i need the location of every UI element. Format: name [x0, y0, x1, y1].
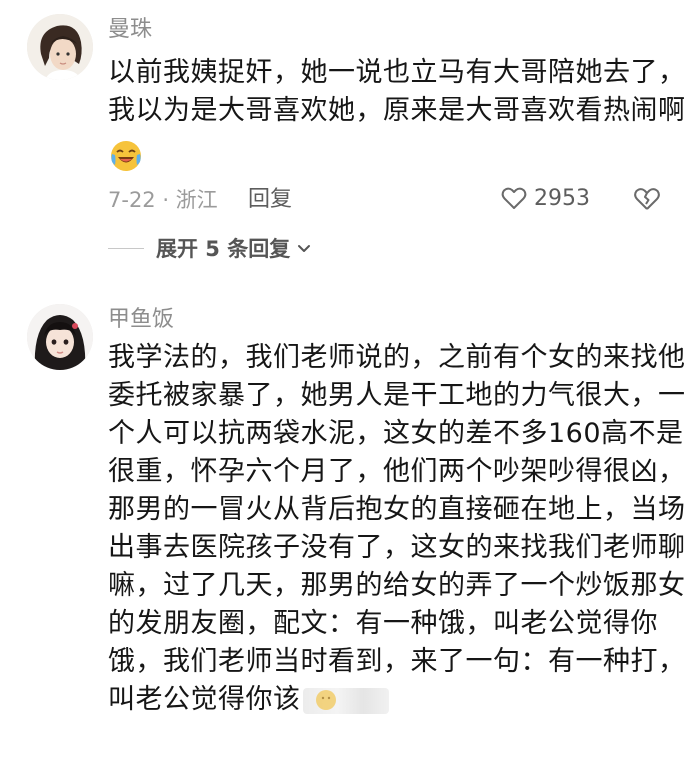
- blurred-text-overlay: [302, 687, 389, 714]
- comment-text: 以前我姨捉奸，她一说也立马有大哥陪她去了， 我以为是大哥喜欢她，原来是大哥喜欢看…: [108, 54, 686, 130]
- comment-line: 的发朋友圈，配文：有一种饿，叫老公觉得你: [108, 608, 658, 639]
- comment-line: 饿，我们老师当时看到，来了一句：有一种打，: [108, 646, 686, 677]
- comment-line: 那男的一冒火从背后抱女的直接砸在地上，当场: [108, 494, 686, 525]
- laughing-crying-emoji-icon: [111, 141, 141, 171]
- comment-line: 以前我姨捉奸，她一说也立马有大哥陪她去了，: [108, 57, 686, 88]
- avatar[interactable]: [27, 304, 93, 370]
- avatar[interactable]: [27, 14, 93, 80]
- comment-line: 个人可以抗两袋水泥，这女的差不多160高不是: [108, 418, 684, 449]
- avatar-image: [27, 304, 93, 370]
- like-button[interactable]: 2953: [500, 184, 590, 212]
- reply-button[interactable]: 回复: [248, 186, 292, 214]
- expand-replies-label: 展开 5 条回复: [156, 237, 291, 261]
- like-count: 2953: [534, 185, 590, 211]
- username[interactable]: 甲鱼饭: [108, 306, 174, 334]
- comment-line-last: 叫老公觉得你该: [108, 681, 668, 719]
- username[interactable]: 曼珠: [108, 16, 152, 44]
- comment-line: 出事去医院孩子没有了，这女的来找我们老师聊: [108, 532, 686, 563]
- comment-line-text: 叫老公觉得你该: [108, 684, 301, 715]
- comment-line: 我以为是大哥喜欢她，原来是大哥喜欢看热闹啊: [108, 95, 686, 126]
- comment-line: 嘛，过了几天，那男的给女的弄了一个炒饭那女: [108, 570, 686, 601]
- blurred-emoji-icon: [315, 689, 336, 710]
- expand-replies-button[interactable]: 展开 5 条回复: [108, 233, 314, 263]
- divider: [108, 247, 144, 249]
- heart-icon: [501, 187, 527, 209]
- chevron-down-icon: [298, 245, 311, 252]
- comment-line: 我学法的，我们老师说的，之前有个女的来找他: [108, 342, 686, 373]
- comment-text: 我学法的，我们老师说的，之前有个女的来找他 委托被家暴了，她男人是干工地的力气很…: [108, 339, 686, 719]
- comment-line: 委托被家暴了，她男人是干工地的力气很大，一: [108, 380, 686, 411]
- broken-heart-icon[interactable]: [632, 184, 662, 214]
- comment-line: 很重，怀孕六个月了，他们两个吵架吵得很凶，: [108, 456, 686, 487]
- avatar-image: [27, 14, 93, 80]
- comment-date-location: 7-22 · 浙江: [108, 188, 218, 212]
